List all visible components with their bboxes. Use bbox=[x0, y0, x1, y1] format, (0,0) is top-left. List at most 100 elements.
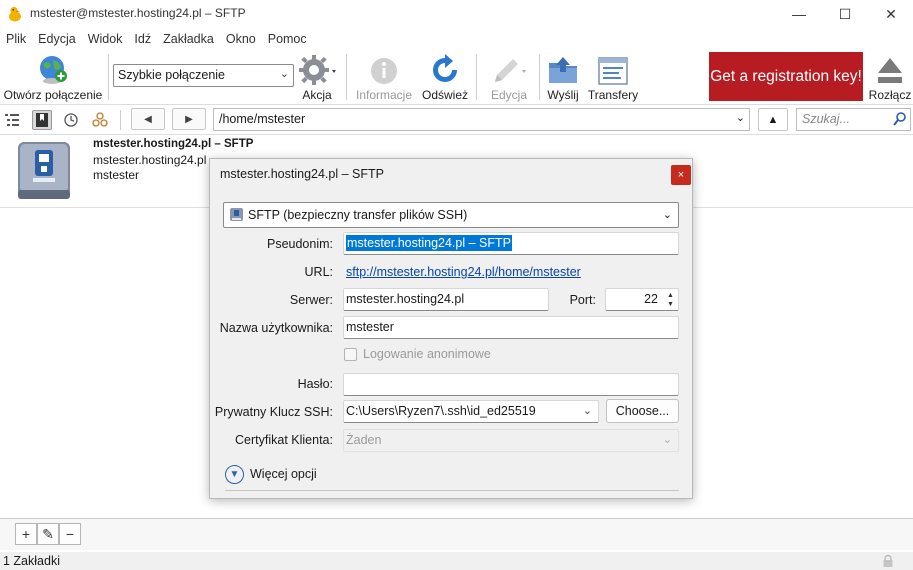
action-button[interactable]: Akcja bbox=[296, 52, 338, 102]
status-bar: 1 Zakładki bbox=[0, 552, 913, 570]
bookmarks-view-icon[interactable] bbox=[32, 110, 52, 130]
password-label: Hasło: bbox=[297, 377, 333, 391]
edit-button[interactable]: Edycja bbox=[481, 52, 537, 102]
menu-window[interactable]: Okno bbox=[220, 30, 262, 48]
menu-help[interactable]: Pomoc bbox=[262, 30, 313, 48]
nickname-label: Pseudonim: bbox=[266, 237, 333, 251]
chevron-down-icon[interactable]: ▼ bbox=[667, 300, 674, 309]
up-arrow-icon: ▲ bbox=[767, 113, 779, 126]
chevron-down-icon: ⌄ bbox=[735, 112, 745, 124]
menu-bookmark[interactable]: Zakładka bbox=[157, 30, 220, 48]
minimize-button[interactable]: — bbox=[776, 0, 822, 28]
chevron-down-icon: ⌄ bbox=[662, 209, 672, 221]
ssh-key-select[interactable]: C:\Users\Ryzen7\.ssh\id_ed25519 ⌄ bbox=[343, 400, 599, 423]
bookmark-user: mstester bbox=[93, 168, 140, 182]
more-options-label[interactable]: Więcej opcji bbox=[250, 467, 317, 481]
menu-edit[interactable]: Edycja bbox=[32, 30, 82, 48]
open-connection-button[interactable]: Otwórz połączenie bbox=[3, 52, 103, 102]
refresh-icon bbox=[433, 54, 457, 82]
transfers-button[interactable]: Transfery bbox=[586, 52, 640, 102]
disconnect-button[interactable]: Rozłącz bbox=[868, 52, 912, 102]
history-clock-icon[interactable] bbox=[61, 110, 81, 130]
url-link[interactable]: sftp://mstester.hosting24.pl/home/mstest… bbox=[346, 265, 581, 279]
client-cert-select[interactable]: Żaden ⌄ bbox=[343, 429, 679, 452]
refresh-label: Odśwież bbox=[421, 88, 468, 102]
nickname-input[interactable]: mstester.hosting24.pl – SFTP bbox=[343, 232, 679, 255]
server-label: Serwer: bbox=[289, 293, 333, 307]
parent-directory-button[interactable]: ▲ bbox=[758, 108, 788, 131]
edit-bookmark-button[interactable]: ✎ bbox=[37, 523, 59, 545]
info-icon bbox=[371, 58, 397, 84]
protocol-value: SFTP (bezpieczny transfer plików SSH) bbox=[248, 208, 468, 222]
globe-add-icon bbox=[40, 56, 67, 84]
action-label: Akcja bbox=[302, 88, 332, 102]
toolbar-divider bbox=[0, 104, 913, 105]
url-label: URL: bbox=[304, 265, 333, 279]
quick-connect-select[interactable]: Szybkie połączenie ⌄ bbox=[113, 64, 294, 87]
username-value: mstester bbox=[346, 320, 394, 334]
path-select[interactable]: /home/mstester ⌄ bbox=[213, 108, 750, 131]
open-connection-label: Otwórz połączenie bbox=[3, 88, 103, 102]
window-title: mstester@mstester.hosting24.pl – SFTP bbox=[30, 6, 246, 20]
expand-chevron-icon[interactable]: ▼ bbox=[225, 465, 244, 484]
close-icon: ✕ bbox=[885, 5, 897, 22]
upload-folder-icon bbox=[549, 57, 577, 83]
chevron-up-icon[interactable]: ▲ bbox=[667, 291, 674, 300]
search-placeholder: Szukaj... bbox=[802, 112, 850, 126]
port-input[interactable]: 22 ▲ ▼ bbox=[605, 288, 679, 311]
forward-arrow-icon: ▶ bbox=[185, 113, 193, 125]
remove-bookmark-button[interactable]: − bbox=[59, 523, 81, 545]
chevron-down-icon: ⌄ bbox=[582, 405, 592, 417]
nav-divider bbox=[0, 134, 913, 135]
toolbar-separator bbox=[108, 54, 109, 100]
minus-icon: − bbox=[65, 526, 75, 542]
back-arrow-icon: ◀ bbox=[144, 113, 152, 125]
transfers-label: Transfery bbox=[587, 88, 639, 102]
info-button[interactable]: Informacje bbox=[353, 52, 415, 102]
bookmark-edit-dialog: mstester.hosting24.pl – SFTP × SFTP (bez… bbox=[209, 158, 693, 499]
search-input[interactable]: Szukaj... bbox=[796, 108, 911, 131]
port-stepper[interactable]: ▲ ▼ bbox=[664, 290, 677, 309]
dialog-divider bbox=[225, 490, 679, 491]
protocol-drive-icon bbox=[230, 208, 243, 221]
back-button[interactable]: ◀ bbox=[131, 108, 165, 130]
choose-key-button[interactable]: Choose... bbox=[606, 399, 679, 423]
quick-connect-value: Szybkie połączenie bbox=[118, 68, 226, 82]
search-icon bbox=[893, 112, 906, 126]
password-input[interactable] bbox=[343, 373, 679, 396]
pencil-icon: ✎ bbox=[42, 525, 54, 542]
ssh-key-label: Prywatny Klucz SSH: bbox=[214, 405, 333, 419]
refresh-button[interactable]: Odśwież bbox=[420, 52, 470, 102]
nav-separator bbox=[120, 110, 121, 130]
dialog-close-button[interactable]: × bbox=[671, 165, 691, 185]
close-icon: × bbox=[677, 169, 685, 181]
add-bookmark-button[interactable]: + bbox=[15, 523, 37, 545]
username-label: Nazwa użytkownika: bbox=[219, 321, 333, 335]
maximize-button[interactable]: ☐ bbox=[822, 0, 868, 28]
eject-icon bbox=[878, 58, 902, 83]
menu-go[interactable]: Idź bbox=[128, 30, 157, 48]
port-label: Port: bbox=[569, 293, 596, 307]
duck-app-icon bbox=[9, 6, 21, 22]
transfers-window-icon bbox=[598, 57, 628, 85]
path-value: /home/mstester bbox=[219, 112, 306, 126]
anonymous-login-label: Logowanie anonimowe bbox=[363, 347, 491, 361]
protocol-select[interactable]: SFTP (bezpieczny transfer plików SSH) ⌄ bbox=[223, 202, 679, 228]
registration-key-button[interactable]: Get a registration key! bbox=[709, 52, 863, 101]
bonjour-icon[interactable] bbox=[90, 110, 110, 130]
close-window-button[interactable]: ✕ bbox=[868, 0, 913, 28]
bookmark-actions-bar: + ✎ − bbox=[0, 518, 913, 550]
username-input[interactable]: mstester bbox=[343, 316, 679, 339]
outline-view-icon[interactable] bbox=[2, 110, 22, 130]
client-cert-value: Żaden bbox=[346, 433, 382, 447]
maximize-icon: ☐ bbox=[838, 5, 852, 22]
dialog-title: mstester.hosting24.pl – SFTP bbox=[220, 167, 384, 181]
forward-button[interactable]: ▶ bbox=[172, 108, 206, 130]
menu-file[interactable]: Plik bbox=[0, 30, 32, 48]
menu-view[interactable]: Widok bbox=[82, 30, 129, 48]
info-label: Informacje bbox=[355, 88, 413, 102]
toolbar-separator bbox=[476, 54, 477, 100]
client-cert-label: Certyfikat Klienta: bbox=[235, 433, 333, 447]
upload-button[interactable]: Wyślij bbox=[543, 52, 583, 102]
anonymous-login-checkbox[interactable] bbox=[344, 348, 357, 361]
